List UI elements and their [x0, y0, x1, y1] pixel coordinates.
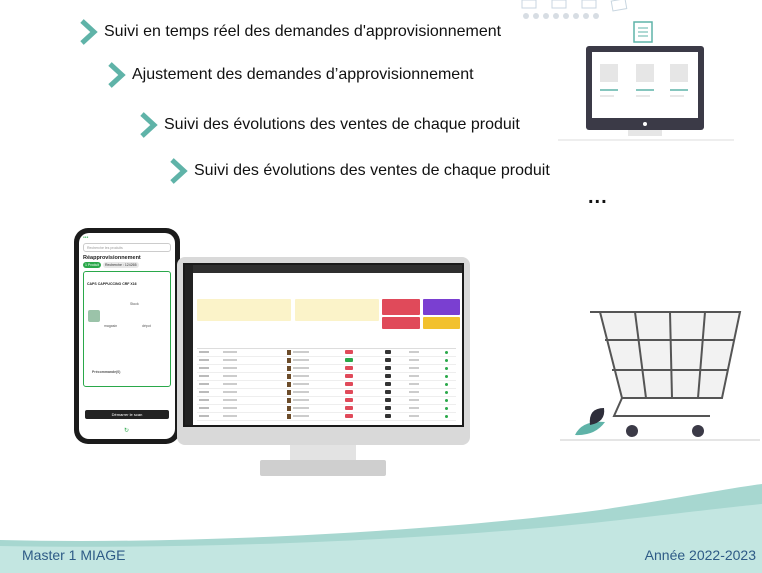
bullet-text: Suivi en temps réel des demandes d'appro… — [104, 23, 502, 40]
bullet-text: Ajustement des demandes d’approvisionnem… — [132, 66, 474, 83]
chevron-right-icon — [170, 158, 188, 184]
refresh-icon[interactable]: ↻ — [124, 427, 129, 434]
decorative-documents-icon — [521, 0, 628, 19]
search-input[interactable]: Recherche les produits — [83, 243, 171, 252]
monitor-mockup — [177, 257, 470, 445]
bullet-item-4: Suivi des évolutions des ventes de chaqu… — [168, 156, 550, 186]
table-row[interactable] — [197, 413, 456, 421]
table-row[interactable] — [197, 349, 456, 357]
scan-button[interactable]: Démarrer le scan — [85, 410, 169, 419]
bullet-item-1: Suivi en temps réel des demandes d'appro… — [78, 17, 501, 47]
monitor-screen — [183, 263, 464, 427]
ellipsis: ... — [588, 186, 608, 208]
stat-tile-red — [382, 317, 420, 329]
table-row[interactable] — [197, 397, 456, 405]
shopping-cart-icon — [560, 311, 760, 441]
stat-tile-yellow — [423, 317, 460, 329]
product-image — [88, 310, 100, 322]
footer-right-text: Année 2022-2023 — [644, 547, 756, 563]
filter-chips: 1 Produit Recherche : 124265 — [83, 262, 171, 268]
desktop-illustration-icon — [558, 21, 734, 141]
bullet-item-3: Suivi des évolutions des ventes de chaqu… — [138, 110, 520, 140]
chevron-right-icon — [108, 62, 126, 88]
footer-left-text: Master 1 MIAGE — [22, 547, 126, 563]
bullet-text: Suivi des évolutions des ventes de chaqu… — [164, 116, 520, 133]
precommande-label: Précommande(0) — [92, 370, 121, 374]
table-row[interactable] — [197, 373, 456, 381]
app-sidebar — [185, 265, 193, 425]
bullet-item-2: Ajustement des demandes d’approvisionnem… — [106, 60, 474, 90]
product-name: CAPS CAPPUCCINO CRF X16 — [87, 282, 137, 286]
app-topbar — [193, 265, 462, 273]
stock-label: Stock — [130, 302, 139, 306]
stat-tile — [197, 299, 291, 321]
phone-mockup: ●●● Recherche les produits Réapprovision… — [74, 228, 180, 444]
chevron-right-icon — [80, 19, 98, 45]
chip-produit[interactable]: 1 Produit — [83, 262, 102, 268]
chip-recherche[interactable]: Recherche : 124265 — [103, 262, 139, 268]
stat-tile-purple — [423, 299, 460, 315]
table-row[interactable] — [197, 357, 456, 365]
stat-tile-red — [382, 299, 420, 315]
table-row[interactable] — [197, 389, 456, 397]
depot-label: dépot — [142, 324, 151, 328]
dashboard-app — [185, 265, 462, 425]
chevron-right-icon — [140, 112, 158, 138]
table-row[interactable] — [197, 405, 456, 413]
product-card[interactable]: CAPS CAPPUCCINO CRF X16 Stock magasin dé… — [83, 271, 171, 387]
table-row[interactable] — [197, 381, 456, 389]
phone-screen: ●●● Recherche les produits Réapprovision… — [79, 233, 175, 439]
magasin-label: magasin — [104, 324, 118, 328]
page-title: Réapprovisionnement — [83, 255, 141, 261]
stat-tile — [295, 299, 379, 321]
table-row[interactable] — [197, 365, 456, 373]
bullet-text: Suivi des évolutions des ventes de chaqu… — [194, 162, 550, 179]
phone-status-bar: ●●● — [83, 235, 89, 239]
